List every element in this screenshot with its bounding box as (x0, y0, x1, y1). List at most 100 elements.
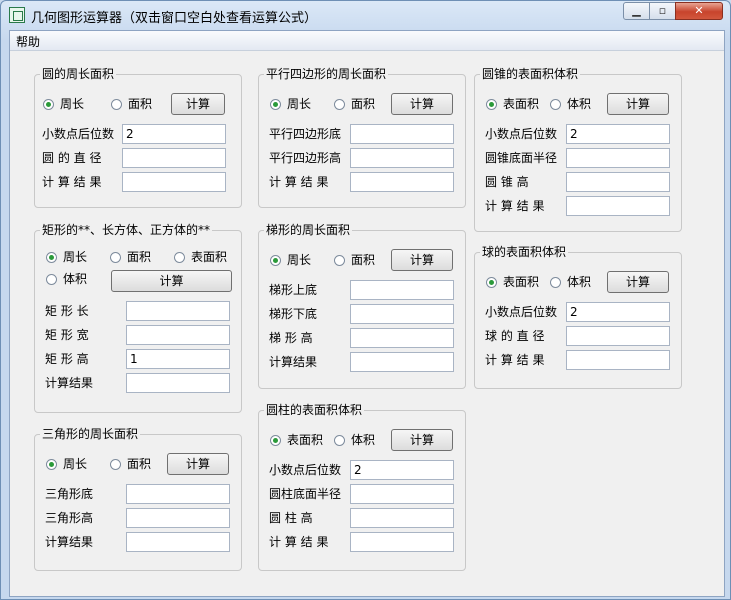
cone-volume-radio[interactable]: 体积 (550, 96, 591, 112)
radio-dot (270, 435, 281, 446)
triangle-area-radio[interactable]: 面积 (110, 456, 151, 472)
rectangle-surface-radio[interactable]: 表面积 (174, 249, 227, 265)
radio-label: 体积 (567, 275, 592, 289)
circle-result-input[interactable] (122, 172, 226, 192)
sphere-volume-radio[interactable]: 体积 (550, 274, 591, 290)
parallelogram-group-title: 平行四边形的周长面积 (264, 67, 389, 81)
trapezoid-height-input[interactable] (350, 328, 454, 348)
circle-area-radio[interactable]: 面积 (111, 96, 152, 112)
parallelogram-base-input[interactable] (350, 124, 454, 144)
circle-diameter-input[interactable] (122, 148, 226, 168)
circle-decimals-input[interactable]: 2 (122, 124, 226, 144)
rectangle-width-label: 矩 形 宽 (45, 328, 89, 342)
circle-diameter-label: 圆 的 直 径 (42, 151, 102, 165)
cylinder-result-input[interactable] (350, 532, 454, 552)
cone-surface-radio[interactable]: 表面积 (486, 96, 539, 112)
radio-label: 面积 (351, 97, 376, 111)
cone-result-input[interactable] (566, 196, 670, 216)
radio-label: 面积 (127, 457, 152, 471)
close-button[interactable]: ✕ (675, 2, 723, 20)
trapezoid-perimeter-radio[interactable]: 周长 (270, 252, 311, 268)
radio-dot (110, 459, 121, 470)
cylinder-decimals-label: 小数点后位数 (269, 463, 342, 477)
sphere-surface-radio[interactable]: 表面积 (486, 274, 539, 290)
radio-label: 面积 (128, 97, 153, 111)
app-window: 几何图形运算器（双击窗口空白处查看运算公式） ▁ ▫ ✕ 帮助 圆的周长面积 周… (0, 0, 731, 600)
cone-radius-input[interactable] (566, 148, 670, 168)
cylinder-group-title: 圆柱的表面积体积 (264, 403, 365, 417)
radio-label: 周长 (60, 97, 85, 111)
sphere-diameter-input[interactable] (566, 326, 670, 346)
rectangle-perimeter-radio[interactable]: 周长 (46, 249, 87, 265)
trapezoid-area-radio[interactable]: 面积 (334, 252, 375, 268)
menu-help[interactable]: 帮助 (16, 33, 40, 50)
circle-result-label: 计 算 结 果 (42, 175, 102, 189)
sphere-calc-button[interactable]: 计算 (607, 271, 669, 293)
rectangle-length-input[interactable] (126, 301, 230, 321)
triangle-result-input[interactable] (126, 532, 230, 552)
maximize-button[interactable]: ▫ (649, 2, 676, 20)
cylinder-volume-radio[interactable]: 体积 (334, 432, 375, 448)
triangle-perimeter-radio[interactable]: 周长 (46, 456, 87, 472)
parallelogram-area-radio[interactable]: 面积 (334, 96, 375, 112)
cylinder-decimals-input[interactable]: 2 (350, 460, 454, 480)
cylinder-height-label: 圆 柱 高 (269, 511, 313, 525)
client-area[interactable]: 帮助 圆的周长面积 周长 面积 计算 小数点后位数 2 圆 的 直 径 计 算 … (9, 30, 725, 597)
trapezoid-result-label: 计算结果 (269, 355, 318, 369)
trapezoid-bottom-input[interactable] (350, 304, 454, 324)
cone-result-label: 计 算 结 果 (485, 199, 545, 213)
trapezoid-calc-button[interactable]: 计算 (391, 249, 453, 271)
radio-label: 周长 (63, 250, 88, 264)
cylinder-calc-button[interactable]: 计算 (391, 429, 453, 451)
radio-label: 体积 (567, 97, 592, 111)
trapezoid-top-label: 梯形上底 (269, 283, 318, 297)
cone-decimals-input[interactable]: 2 (566, 124, 670, 144)
sphere-result-label: 计 算 结 果 (485, 353, 545, 367)
radio-label: 表面积 (287, 433, 324, 447)
trapezoid-group-title: 梯形的周长面积 (264, 223, 353, 237)
triangle-group: 三角形的周长面积 周长 面积 计算 三角形底 三角形高 计算结果 (34, 427, 242, 571)
rectangle-group: 矩形的**、长方体、正方体的** 周长 面积 表面积 体积 计算 矩 形 长 矩… (34, 223, 242, 413)
triangle-calc-button[interactable]: 计算 (167, 453, 229, 475)
sphere-decimals-input[interactable]: 2 (566, 302, 670, 322)
cone-calc-button[interactable]: 计算 (607, 93, 669, 115)
circle-group-title: 圆的周长面积 (40, 67, 117, 81)
radio-dot (550, 99, 561, 110)
radio-dot (174, 252, 185, 263)
trapezoid-top-input[interactable] (350, 280, 454, 300)
circle-calc-button[interactable]: 计算 (171, 93, 225, 115)
radio-label: 周长 (63, 457, 88, 471)
cone-height-label: 圆 锥 高 (485, 175, 529, 189)
rectangle-volume-radio[interactable]: 体积 (46, 271, 87, 287)
radio-dot (550, 277, 561, 288)
radio-label: 面积 (127, 250, 152, 264)
parallelogram-result-input[interactable] (350, 172, 454, 192)
sphere-result-input[interactable] (566, 350, 670, 370)
rectangle-area-radio[interactable]: 面积 (110, 249, 151, 265)
cone-decimals-label: 小数点后位数 (485, 127, 558, 141)
cylinder-radius-label: 圆柱底面半径 (269, 487, 342, 501)
parallelogram-height-input[interactable] (350, 148, 454, 168)
triangle-height-input[interactable] (126, 508, 230, 528)
minimize-button[interactable]: ▁ (623, 2, 650, 20)
radio-dot (46, 459, 57, 470)
cone-height-input[interactable] (566, 172, 670, 192)
rectangle-group-title: 矩形的**、长方体、正方体的** (40, 223, 213, 237)
triangle-base-input[interactable] (126, 484, 230, 504)
cylinder-surface-radio[interactable]: 表面积 (270, 432, 323, 448)
rectangle-result-label: 计算结果 (45, 376, 94, 390)
rectangle-result-input[interactable] (126, 373, 230, 393)
trapezoid-result-input[interactable] (350, 352, 454, 372)
cylinder-height-input[interactable] (350, 508, 454, 528)
rectangle-calc-button[interactable]: 计算 (111, 270, 232, 292)
cylinder-radius-input[interactable] (350, 484, 454, 504)
parallelogram-calc-button[interactable]: 计算 (391, 93, 453, 115)
title-bar: 几何图形运算器（双击窗口空白处查看运算公式） ▁ ▫ ✕ (1, 1, 730, 29)
parallelogram-perimeter-radio[interactable]: 周长 (270, 96, 311, 112)
circle-perimeter-radio[interactable]: 周长 (43, 96, 84, 112)
rectangle-width-input[interactable] (126, 325, 230, 345)
radio-dot (486, 99, 497, 110)
radio-dot (43, 99, 54, 110)
parallelogram-base-label: 平行四边形底 (269, 127, 342, 141)
rectangle-height-input[interactable]: 1 (126, 349, 230, 369)
